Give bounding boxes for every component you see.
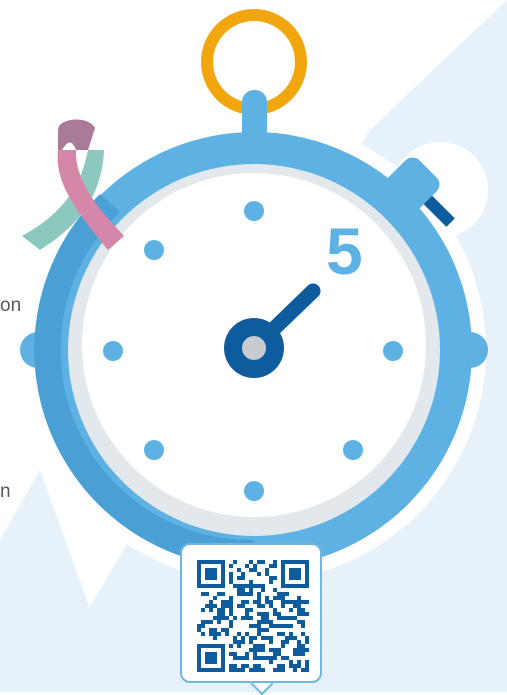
edge-text-line-2: n — [0, 481, 11, 502]
dial-dot — [103, 341, 123, 361]
qr-code-icon[interactable] — [197, 560, 309, 672]
dial-dot — [244, 481, 264, 501]
dial-dot — [383, 341, 403, 361]
stopwatch-number: 5 — [326, 214, 363, 288]
dial-dot — [144, 440, 164, 460]
qr-card[interactable] — [180, 543, 322, 683]
dial-dot — [343, 440, 363, 460]
hand-hub-center — [242, 336, 266, 360]
edge-text-line-1: on — [0, 295, 22, 316]
dial-dot — [244, 201, 264, 221]
dial-dot — [144, 240, 164, 260]
